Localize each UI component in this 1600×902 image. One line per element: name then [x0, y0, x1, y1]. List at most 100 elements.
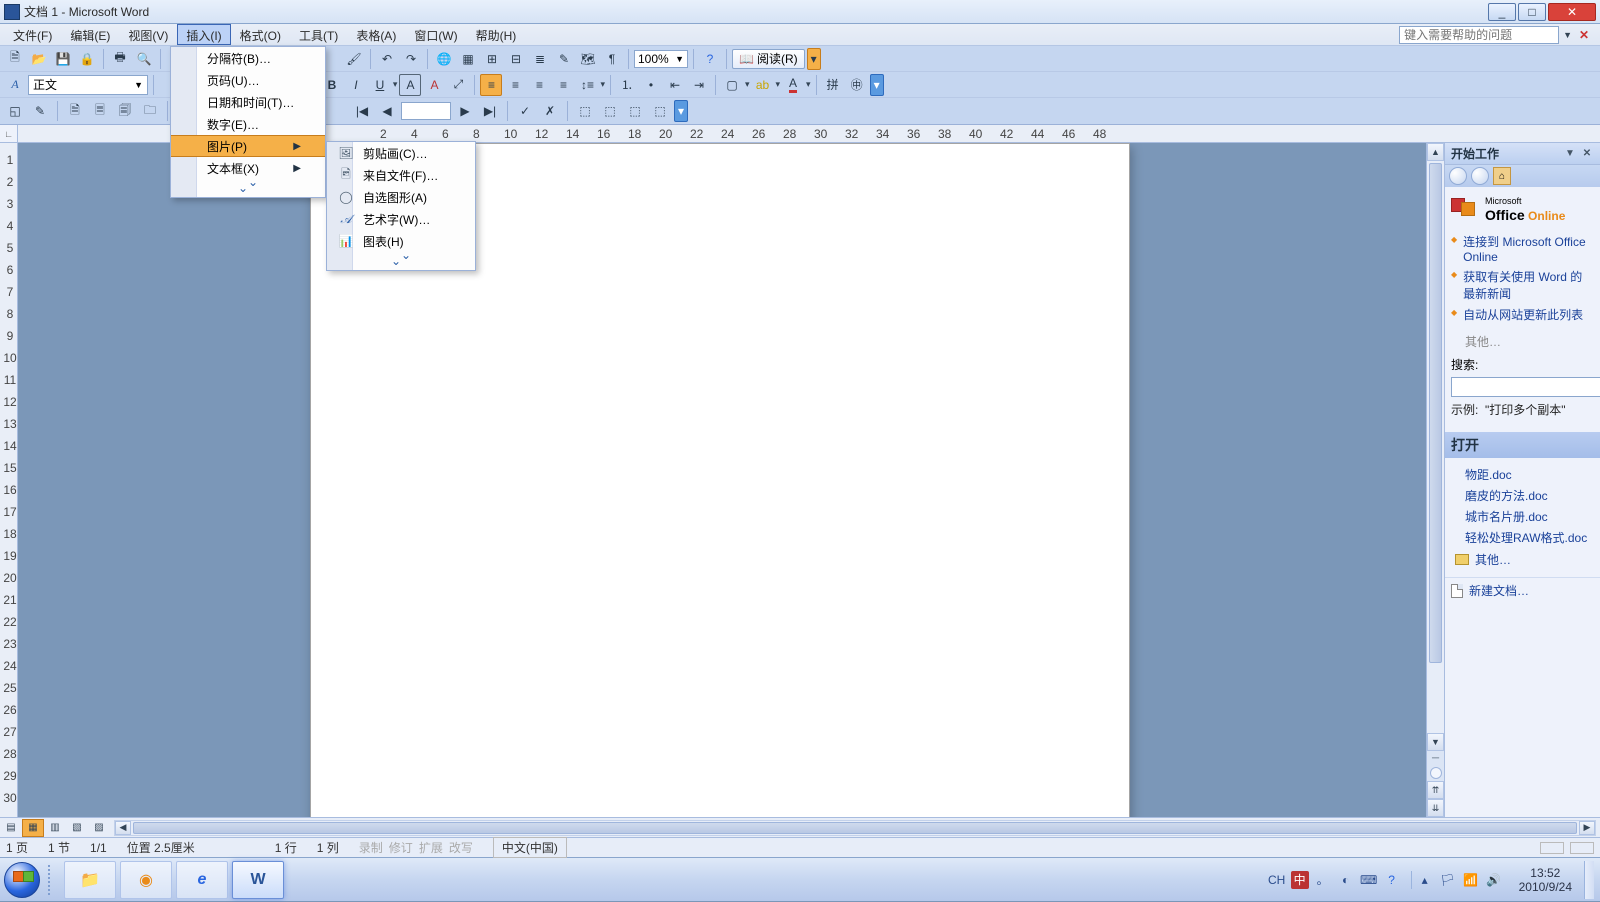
new-doc-button[interactable]: 🗎 [4, 48, 26, 70]
recent-file-2[interactable]: 磨皮的方法.doc [1451, 485, 1594, 506]
rt-options-button[interactable]: ▾ [674, 100, 688, 122]
tray-network-icon[interactable]: 📶 [1462, 871, 1480, 889]
taskbar-ie[interactable]: e [176, 861, 228, 899]
view-reading-button[interactable]: ▨ [88, 819, 110, 837]
reviewing-nav-input[interactable] [401, 102, 451, 120]
next-page-button[interactable]: ⇊ [1427, 799, 1444, 817]
align-center-button[interactable]: ≡ [504, 74, 526, 96]
bullets-button[interactable]: • [640, 74, 662, 96]
menu-edit[interactable]: 编辑(E) [61, 24, 119, 45]
decrease-indent-button[interactable]: ⇤ [664, 74, 686, 96]
prev-page-button[interactable]: ⇈ [1427, 781, 1444, 799]
menu-help[interactable]: 帮助(H) [467, 24, 526, 45]
menu-format[interactable]: 格式(O) [231, 24, 290, 45]
line-spacing-button[interactable]: ↕≡ [576, 74, 598, 96]
view-normal-button[interactable]: ▤ [0, 819, 22, 837]
tray-flag-icon[interactable]: 🏳 [1439, 871, 1457, 889]
toolbar-options2-button[interactable]: ▾ [870, 74, 884, 96]
view-print-layout-button[interactable]: ▦ [22, 819, 44, 837]
taskpane-dropdown-icon[interactable]: ▼ [1563, 147, 1577, 161]
tray-ime-punct-icon[interactable]: 。 [1314, 871, 1332, 889]
window-maximize-button[interactable]: □ [1518, 3, 1546, 21]
picture-fromfile-item[interactable]: 🖻来自文件(F)… [327, 164, 475, 186]
taskpane-link-connect[interactable]: 连接到 Microsoft Office Online [1451, 231, 1594, 266]
numbering-button[interactable]: ⒈ [616, 74, 638, 96]
taskpane-others-link[interactable]: 其他… [1451, 333, 1594, 350]
taskpane-back-button[interactable] [1449, 167, 1467, 185]
align-right-button[interactable]: ≡ [528, 74, 550, 96]
rt-btn-5[interactable]: 🗐 [114, 100, 136, 122]
menu-file[interactable]: 文件(F) [4, 24, 61, 45]
picture-menu-expand[interactable]: ⌄⌄ [327, 252, 475, 270]
rt-prev-button[interactable]: ◀ [376, 100, 398, 122]
insert-break-item[interactable]: 分隔符(B)… [171, 47, 325, 69]
hscroll-thumb[interactable] [133, 822, 1577, 834]
window-close-button[interactable]: ✕ [1548, 3, 1596, 21]
rt-last-button[interactable]: ▶| [479, 100, 501, 122]
taskpane-search-input[interactable] [1451, 377, 1600, 397]
insert-table-button[interactable]: ⊞ [481, 48, 503, 70]
insert-number-item[interactable]: 数字(E)… [171, 113, 325, 135]
tray-expand-icon[interactable]: ▴ [1416, 871, 1434, 889]
phonetic-guide-button[interactable]: 拼 [822, 74, 844, 96]
font-color-button[interactable]: A [782, 74, 804, 96]
taskbar-media-player[interactable]: ◉ [120, 861, 172, 899]
picture-wordart-item[interactable]: 𝒜艺术字(W)… [327, 208, 475, 230]
char-border-button[interactable]: A [399, 74, 421, 96]
scroll-track[interactable] [1427, 161, 1444, 733]
zoom-combobox[interactable]: 100%▼ [634, 50, 688, 68]
doc-window-close-icon[interactable]: ✕ [1576, 27, 1592, 43]
new-document-link[interactable]: 新建文档… [1445, 577, 1600, 603]
vertical-ruler[interactable]: 1234567891011121314151617181920212223242… [0, 143, 18, 817]
borders-button[interactable]: ▢ [721, 74, 743, 96]
tray-ime-keyboard-icon[interactable]: ⌨ [1360, 871, 1378, 889]
undo-button[interactable]: ↶ [376, 48, 398, 70]
picture-autoshapes-item[interactable]: ◯自选图形(A) [327, 186, 475, 208]
rt-btn-c[interactable]: ⬚ [624, 100, 646, 122]
tab-selector[interactable]: ∟ [0, 125, 18, 143]
char-shading-button[interactable]: A [423, 74, 445, 96]
view-web-layout-button[interactable]: ▥ [44, 819, 66, 837]
start-button[interactable] [0, 858, 44, 902]
rt-btn-d[interactable]: ⬚ [649, 100, 671, 122]
taskbar-word[interactable]: W [232, 861, 284, 899]
taskpane-link-news[interactable]: 获取有关使用 Word 的最新新闻 [1451, 266, 1594, 304]
menu-view[interactable]: 视图(V) [119, 24, 177, 45]
print-button[interactable]: 🖶 [109, 48, 131, 70]
rt-btn-a[interactable]: ⬚ [574, 100, 596, 122]
rt-btn-accept[interactable]: ✓ [514, 100, 536, 122]
status-trk-indicator[interactable]: 修订 [389, 839, 413, 856]
rt-btn-b[interactable]: ⬚ [599, 100, 621, 122]
increase-indent-button[interactable]: ⇥ [688, 74, 710, 96]
horizontal-scrollbar[interactable]: ◀ ▶ [114, 820, 1596, 836]
align-distribute-button[interactable]: ≡ [552, 74, 574, 96]
help-question-input[interactable] [1399, 26, 1559, 44]
status-language[interactable]: 中文(中国) [493, 837, 567, 858]
tray-ime-shape-icon[interactable]: ◐ [1337, 871, 1355, 889]
tray-clock[interactable]: 13:52 2010/9/24 [1513, 866, 1578, 894]
tray-volume-icon[interactable]: 🔊 [1485, 871, 1503, 889]
rt-btn-reject[interactable]: ✗ [539, 100, 561, 122]
recent-file-3[interactable]: 城市名片册.doc [1451, 506, 1594, 527]
save-button[interactable]: 💾 [52, 48, 74, 70]
vertical-scrollbar[interactable]: ▲ ▼ ─ ⇈ ⇊ [1426, 143, 1444, 817]
help-dropdown-arrow-icon[interactable]: ▼ [1563, 30, 1572, 40]
redo-button[interactable]: ↷ [400, 48, 422, 70]
browse-object-button[interactable] [1430, 767, 1442, 779]
rt-btn-3[interactable]: 🗎 [64, 100, 86, 122]
open-button[interactable]: 📂 [28, 48, 50, 70]
menu-window[interactable]: 窗口(W) [405, 24, 466, 45]
scroll-thumb[interactable] [1429, 163, 1442, 663]
rt-btn-6[interactable]: 🗀 [139, 100, 161, 122]
status-ext-indicator[interactable]: 扩展 [419, 839, 443, 856]
menu-insert[interactable]: 插入(I) [177, 24, 230, 45]
print-preview-button[interactable]: 🔍 [133, 48, 155, 70]
recent-file-1[interactable]: 物距.doc [1451, 464, 1594, 485]
show-hide-button[interactable]: ¶ [601, 48, 623, 70]
permissions-button[interactable]: 🔒 [76, 48, 98, 70]
taskpane-home-button[interactable]: ⌂ [1493, 167, 1511, 185]
hscroll-right-button[interactable]: ▶ [1579, 821, 1595, 835]
view-outline-button[interactable]: ▧ [66, 819, 88, 837]
enclose-chars-button[interactable]: ㊥ [846, 74, 868, 96]
picture-clipart-item[interactable]: 🖼剪贴画(C)… [327, 142, 475, 164]
